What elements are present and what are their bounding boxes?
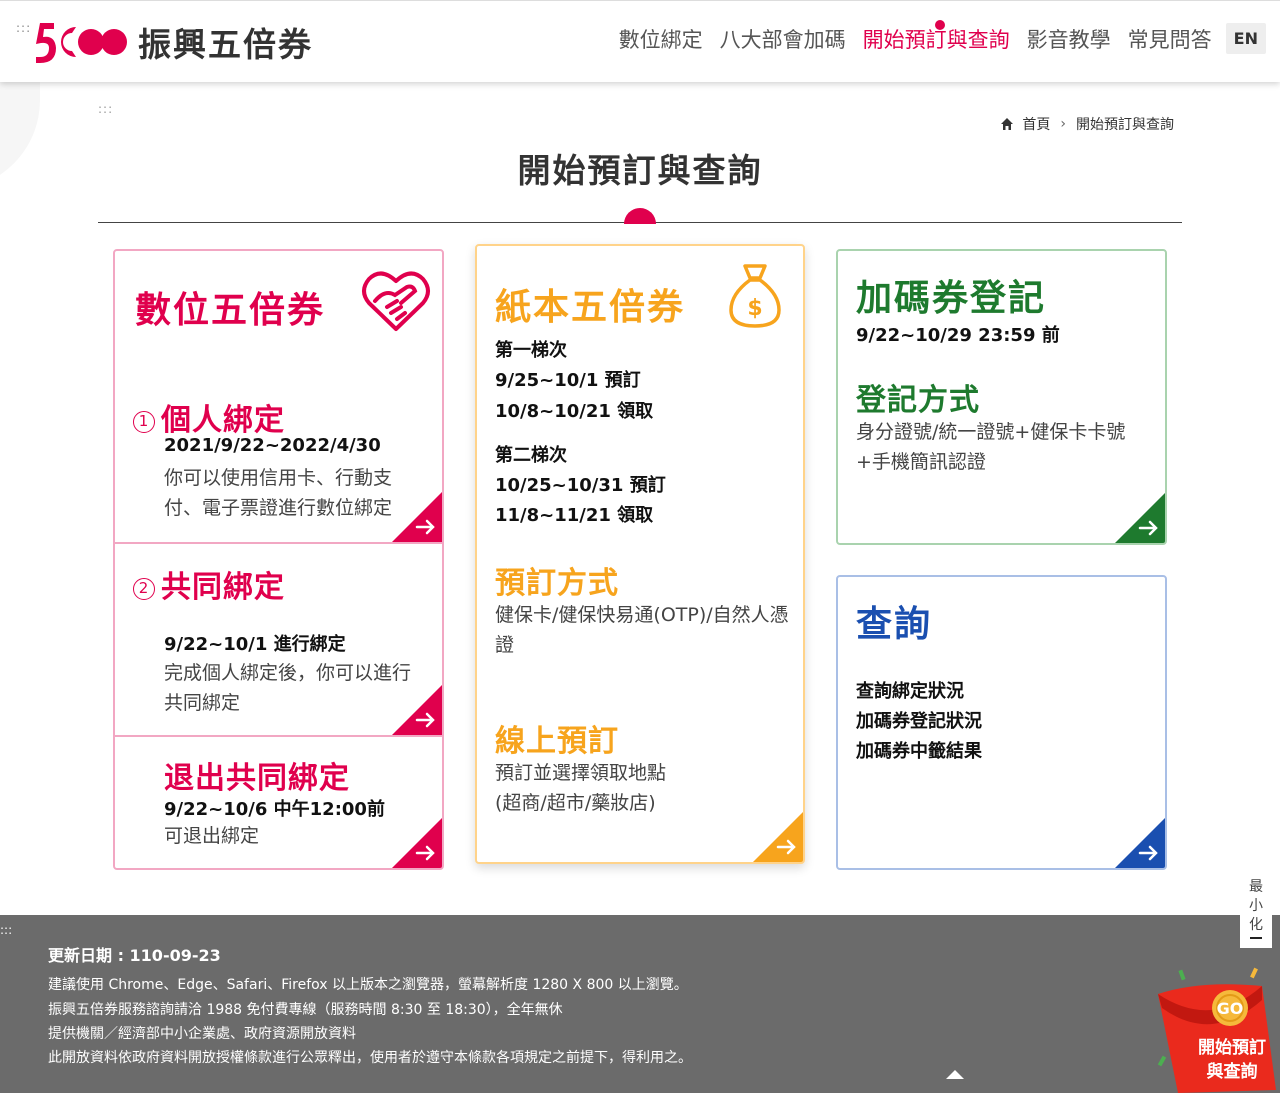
nav-item-reserve-query-label: 開始預訂與查詢 bbox=[862, 27, 1010, 52]
bonus-voucher-date: 9/22~10/29 23:59 前 bbox=[856, 325, 1060, 346]
personal-binding-title: 1 個人綁定 bbox=[133, 395, 285, 439]
footer-license-note: 此開放資料依政府資料開放授權條款進行公眾釋出，使用者於遵守本條款各項規定之前提下… bbox=[48, 1050, 692, 1066]
register-method-desc2: +手機簡訊認證 bbox=[856, 451, 986, 473]
update-date: 更新日期 : 110-09-23 bbox=[48, 946, 221, 965]
query-item-binding-status: 查詢綁定狀況 bbox=[856, 681, 964, 702]
logo-text: 振興五倍券 bbox=[138, 25, 313, 64]
bonus-voucher-arrow-icon[interactable] bbox=[1115, 493, 1165, 543]
joint-binding-section[interactable]: 2 共同綁定 9/22~10/1 進行綁定 完成個人綁定後，你可以進行共同綁定 bbox=[115, 544, 442, 735]
paper-voucher-card[interactable]: 紙本五倍券 $ 第一梯次 9/25~10/1 預訂 10/8~10/21 領取 … bbox=[475, 244, 805, 864]
svg-text:$: $ bbox=[747, 296, 762, 321]
site-logo[interactable]: 振興五倍券 bbox=[28, 17, 313, 67]
personal-binding-arrow-icon[interactable] bbox=[392, 492, 442, 542]
bonus-voucher-card[interactable]: 加碼券登記 9/22~10/29 23:59 前 登記方式 身分證號/統一證號+… bbox=[836, 249, 1167, 545]
breadcrumb: 首頁 › 開始預訂與查詢 bbox=[1000, 114, 1174, 134]
personal-binding-desc: 你可以使用信用卡、行動支付、電子票證進行數位綁定 bbox=[164, 467, 393, 519]
site-footer: ::: 更新日期 : 110-09-23 建議使用 Chrome、Edge、Sa… bbox=[0, 915, 1280, 1093]
query-item-bonus-status: 加碼券登記狀況 bbox=[856, 711, 982, 732]
minimize-icon bbox=[1250, 937, 1262, 939]
query-card[interactable]: 查詢 查詢綁定狀況 加碼券登記狀況 加碼券中籤結果 bbox=[836, 575, 1167, 870]
online-reserve-title: 線上預訂 bbox=[495, 724, 619, 759]
step-number-1: 1 bbox=[133, 410, 155, 433]
joint-binding-date: 9/22~10/1 進行綁定 bbox=[164, 634, 346, 655]
batch1-pickup: 10/8~10/21 領取 bbox=[495, 401, 654, 422]
page-title: 開始預訂與查詢 bbox=[517, 151, 763, 190]
online-reserve-desc1: 預訂並選擇領取地點 bbox=[495, 762, 667, 784]
batch2-pickup: 11/8~11/21 領取 bbox=[495, 505, 654, 526]
money-bag-icon: $ bbox=[729, 264, 781, 328]
exit-binding-desc: 可退出綁定 bbox=[164, 825, 260, 847]
promo-label-line2: 與查詢 bbox=[1206, 1062, 1258, 1082]
register-method-desc1: 身分證號/統一證號+健保卡卡號 bbox=[856, 421, 1126, 443]
site-header: ::: 振興五倍券 數位綁定 八大部會加碼 開始預訂與查詢 影音教學 常見問答 … bbox=[0, 0, 1280, 82]
bonus-voucher-title: 加碼券登記 bbox=[856, 278, 1047, 319]
batch1-reserve: 9/25~10/1 預訂 bbox=[495, 370, 641, 391]
nav-item-faq[interactable]: 常見問答 bbox=[1128, 24, 1212, 54]
footer-provider-note: 提供機關／經濟部中小企業處、政府資源開放資料 bbox=[48, 1026, 356, 1042]
promo-label-line1: 開始預訂 bbox=[1198, 1038, 1266, 1058]
back-to-top-icon[interactable] bbox=[946, 1070, 964, 1079]
online-reserve-desc2: (超商/超市/藥妝店) bbox=[495, 792, 656, 814]
footer-hotline-note: 振興五倍券服務諮詢請洽 1988 免付費專線（服務時間 8:30 至 18:30… bbox=[48, 1002, 563, 1018]
minimize-button[interactable]: 最 小 化 bbox=[1240, 876, 1272, 948]
joint-binding-desc: 完成個人綁定後，你可以進行共同綁定 bbox=[164, 662, 412, 714]
promo-label[interactable]: 開始預訂 與查詢 bbox=[1190, 1036, 1274, 1084]
exit-binding-date: 9/22~10/6 中午12:00前 bbox=[164, 799, 385, 820]
exit-binding-arrow-icon[interactable] bbox=[392, 818, 442, 868]
footer-browser-note: 建議使用 Chrome、Edge、Safari、Firefox 以上版本之瀏覽器… bbox=[48, 977, 688, 993]
batch2-label: 第二梯次 bbox=[495, 445, 567, 466]
breadcrumb-separator: › bbox=[1060, 116, 1066, 132]
personal-binding-section[interactable]: 1 個人綁定 2021/9/22~2022/4/30 你可以使用信用卡、行動支付、… bbox=[115, 251, 442, 542]
language-switch-button[interactable]: EN bbox=[1225, 23, 1266, 54]
skip-link-main[interactable]: ::: bbox=[98, 102, 113, 116]
reserve-method-desc: 健保卡/健保快易通(OTP)/自然人憑證 bbox=[495, 604, 789, 656]
query-item-lottery-result: 加碼券中籤結果 bbox=[856, 741, 982, 762]
breadcrumb-home[interactable]: 首頁 bbox=[1022, 114, 1050, 134]
breadcrumb-current: 開始預訂與查詢 bbox=[1076, 117, 1174, 133]
exit-binding-title: 退出共同綁定 bbox=[164, 761, 350, 796]
reserve-method-title: 預訂方式 bbox=[495, 566, 619, 601]
query-title: 查詢 bbox=[856, 604, 933, 645]
exit-binding-section[interactable]: 退出共同綁定 9/22~10/6 中午12:00前 可退出綁定 bbox=[115, 737, 442, 868]
title-underline-dot bbox=[624, 208, 656, 224]
nav-item-digital-binding[interactable]: 數位綁定 bbox=[619, 24, 703, 54]
nav-item-video-tutorial[interactable]: 影音教學 bbox=[1027, 24, 1111, 54]
paper-voucher-title: 紙本五倍券 bbox=[495, 287, 686, 328]
nav-item-ministry-bonus[interactable]: 八大部會加碼 bbox=[720, 24, 846, 54]
personal-binding-date: 2021/9/22~2022/4/30 bbox=[164, 435, 381, 456]
register-method-title: 登記方式 bbox=[856, 383, 980, 418]
joint-binding-arrow-icon[interactable] bbox=[392, 685, 442, 735]
logo-5000-icon bbox=[36, 23, 127, 63]
skip-link-footer[interactable]: ::: bbox=[0, 923, 12, 937]
batch2-reserve: 10/25~10/31 預訂 bbox=[495, 475, 666, 496]
nav-item-reserve-query[interactable]: 開始預訂與查詢 bbox=[862, 19, 1010, 54]
step-number-2: 2 bbox=[133, 577, 155, 600]
digital-voucher-card: 數位五倍券 1 個人綁定 2021/9/22~2022/4/30 你可以使用信用卡… bbox=[113, 249, 444, 870]
promo-go-text: GO bbox=[1217, 999, 1244, 1018]
main-nav: 數位綁定 八大部會加碼 開始預訂與查詢 影音教學 常見問答 EN bbox=[602, 19, 1266, 54]
joint-binding-title: 2 共同綁定 bbox=[133, 562, 285, 606]
batch1-label: 第一梯次 bbox=[495, 340, 567, 361]
active-indicator-dot bbox=[934, 19, 945, 30]
paper-voucher-arrow-icon[interactable] bbox=[753, 812, 803, 862]
home-icon bbox=[1001, 118, 1014, 130]
query-arrow-icon[interactable] bbox=[1115, 818, 1165, 868]
